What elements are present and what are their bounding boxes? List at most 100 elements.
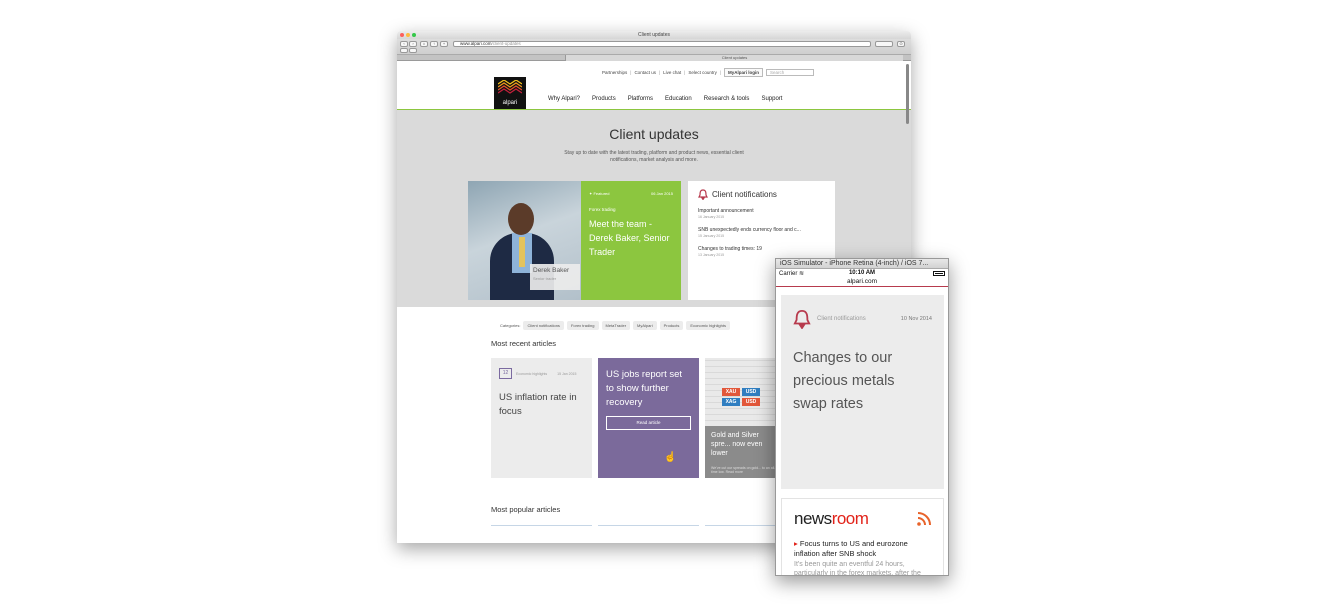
featured-category: Forex trading	[589, 207, 616, 212]
notifications-heading: Client notifications	[698, 189, 825, 200]
simulator-title: iOS Simulator - iPhone Retina (4-inch) /…	[776, 259, 948, 269]
news-excerpt: It's been quite an eventful 24 hours, pa…	[794, 561, 921, 576]
tile-label: XAU	[722, 388, 740, 396]
download-icon[interactable]: ⊙	[897, 41, 905, 47]
calendar-icon: 12	[499, 368, 512, 379]
add-icon[interactable]: +	[440, 41, 448, 47]
notification-date: 13 January 2015	[698, 253, 725, 257]
hand-cursor-icon: ☝	[664, 452, 677, 463]
main-nav: Why Alpari? Products Platforms Education…	[548, 96, 782, 102]
mobile-url[interactable]: alpari.com	[776, 278, 948, 287]
link-contact-us[interactable]: Contact us	[634, 70, 656, 75]
category-chip[interactable]: Forex trading	[566, 321, 599, 330]
featured-title: Meet the team - Derek Baker, Senior Trad…	[589, 219, 670, 257]
tab-bar: Client updates	[397, 55, 911, 61]
categories-label: Categories:	[500, 323, 521, 328]
article-category: Economic highlights	[516, 371, 548, 376]
read-article-button[interactable]: Read article	[606, 416, 691, 430]
site-search-input[interactable]: Search	[766, 69, 815, 76]
tile-label: XAG	[722, 398, 740, 406]
logo-waves-icon	[498, 80, 522, 94]
category-filter: Categories: Client notifications Forex t…	[500, 321, 730, 330]
featured-meta: ✦ Featured 06 Jan 2015	[589, 191, 673, 196]
notification-title: Changes to trading times: 19	[698, 246, 762, 252]
category-chip[interactable]: Economic highlights	[686, 321, 730, 330]
newsroom-logo: newsroom	[794, 509, 869, 528]
article-card[interactable]: XAU USD XAG USD Gold and Silver spre... …	[705, 358, 779, 478]
notification-title: Important announcement	[698, 208, 754, 214]
featured-date: 06 Jan 2015	[650, 191, 673, 196]
article-title: US jobs report set to show further recov…	[606, 369, 683, 408]
featured-label: ✦ Featured	[589, 191, 610, 196]
share-icon[interactable]: ↑	[430, 41, 438, 47]
back-button[interactable]: ‹	[400, 41, 408, 47]
utility-nav: Partnerships | Contact us | Live chat | Sel…	[602, 68, 815, 77]
browser-toolbar: ‹ › ⌂ ↑ + www.alpari.com/client-updates …	[397, 39, 911, 55]
window-title: Client updates	[638, 32, 670, 38]
link-live-chat[interactable]: Live chat	[663, 70, 681, 75]
url-path: /client-updates	[491, 41, 521, 46]
person-tie	[519, 237, 525, 267]
address-bar[interactable]: www.alpari.com/client-updates	[453, 41, 871, 47]
status-time: 10:10 AM	[848, 270, 876, 276]
reader-button[interactable]	[875, 41, 893, 47]
article-meta: 12 Economic highlights 15 Jan 2015	[499, 368, 584, 379]
recent-articles-heading: Most recent articles	[491, 339, 557, 348]
category-chip[interactable]: MyAlpari	[633, 321, 657, 330]
tile-label: USD	[742, 388, 760, 396]
ios-status-bar: Carrier ≋ 10:10 AM	[776, 269, 948, 278]
mobile-notification-meta: Client notifications 10 Nov 2014	[793, 309, 932, 329]
category-chip[interactable]: Products	[659, 321, 684, 330]
featured-photo[interactable]: Derek Baker Senior trader	[468, 181, 581, 300]
battery-icon	[933, 271, 945, 276]
tab-client-updates[interactable]: Client updates	[565, 55, 903, 61]
myalpari-login-button[interactable]: MyAlpari login	[724, 68, 764, 77]
nav-support[interactable]: Support	[761, 96, 782, 102]
notification-item[interactable]: Changes to trading times: 19 13 January …	[698, 246, 825, 257]
nav-platforms[interactable]: Platforms	[628, 96, 653, 102]
popular-card[interactable]	[491, 525, 592, 526]
bell-icon	[698, 189, 708, 200]
nav-products[interactable]: Products	[592, 96, 616, 102]
scrollbar[interactable]	[906, 64, 909, 124]
alpari-logo[interactable]: alpari	[494, 77, 526, 109]
logo-text: alpari	[502, 100, 518, 106]
popular-articles-row	[491, 525, 806, 543]
featured-card[interactable]: ✦ Featured 06 Jan 2015 Forex trading Mee…	[581, 181, 681, 300]
category-chip[interactable]: MetaTrader	[601, 321, 631, 330]
browser-titlebar: Client updates	[397, 31, 911, 39]
popular-card[interactable]	[598, 525, 699, 526]
mobile-notification-date: 10 Nov 2014	[900, 316, 932, 322]
newsroom-header: newsroom	[794, 509, 931, 529]
person-namecard: Derek Baker Senior trader	[530, 264, 580, 290]
top-sites-icon[interactable]	[409, 48, 417, 53]
bookmarks-icon[interactable]	[400, 48, 408, 53]
newsroom-card[interactable]: newsroom ▸ Focus turns to US and eurozon…	[781, 498, 944, 576]
rss-icon[interactable]	[917, 512, 931, 526]
ios-simulator-window: iOS Simulator - iPhone Retina (4-inch) /…	[775, 258, 949, 576]
category-chip[interactable]: Client notifications	[523, 321, 564, 330]
article-card-highlighted[interactable]: US jobs report set to show further recov…	[598, 358, 699, 478]
home-icon[interactable]: ⌂	[420, 41, 428, 47]
article-footer: Gold and Silver spre... now even lower W…	[711, 431, 779, 474]
nav-education[interactable]: Education	[665, 96, 692, 102]
forward-button[interactable]: ›	[409, 41, 417, 47]
popular-articles-heading: Most popular articles	[491, 505, 561, 514]
bell-icon	[793, 309, 811, 329]
notification-title: SNB unexpectedly ends currency floor and…	[698, 227, 801, 233]
nav-research-tools[interactable]: Research & tools	[704, 96, 750, 102]
mobile-notification-card[interactable]: Client notifications 10 Nov 2014 Changes…	[781, 295, 944, 489]
notification-date: 16 January 2015	[698, 215, 725, 219]
link-select-country[interactable]: Select country	[688, 70, 717, 75]
mobile-notification-title: Changes to our precious metals swap rate…	[793, 350, 895, 412]
notification-item[interactable]: SNB unexpectedly ends currency floor and…	[698, 227, 825, 238]
notification-item[interactable]: Important announcement 16 January 2015	[698, 208, 825, 219]
screenshot-stage: Client updates ‹ › ⌂ ↑ + www.alpari.com/…	[0, 0, 1333, 604]
article-card[interactable]: 12 Economic highlights 15 Jan 2015 US in…	[491, 358, 592, 478]
page-title: Client updates	[609, 126, 699, 142]
link-partnerships[interactable]: Partnerships	[602, 70, 627, 75]
article-excerpt: We've cut our spreads on gold... to an a…	[711, 466, 776, 474]
news-headline[interactable]: ▸ Focus turns to US and eurozone inflati…	[794, 539, 931, 559]
url-domain: www.alpari.com	[460, 41, 492, 46]
nav-why-alpari[interactable]: Why Alpari?	[548, 96, 580, 102]
